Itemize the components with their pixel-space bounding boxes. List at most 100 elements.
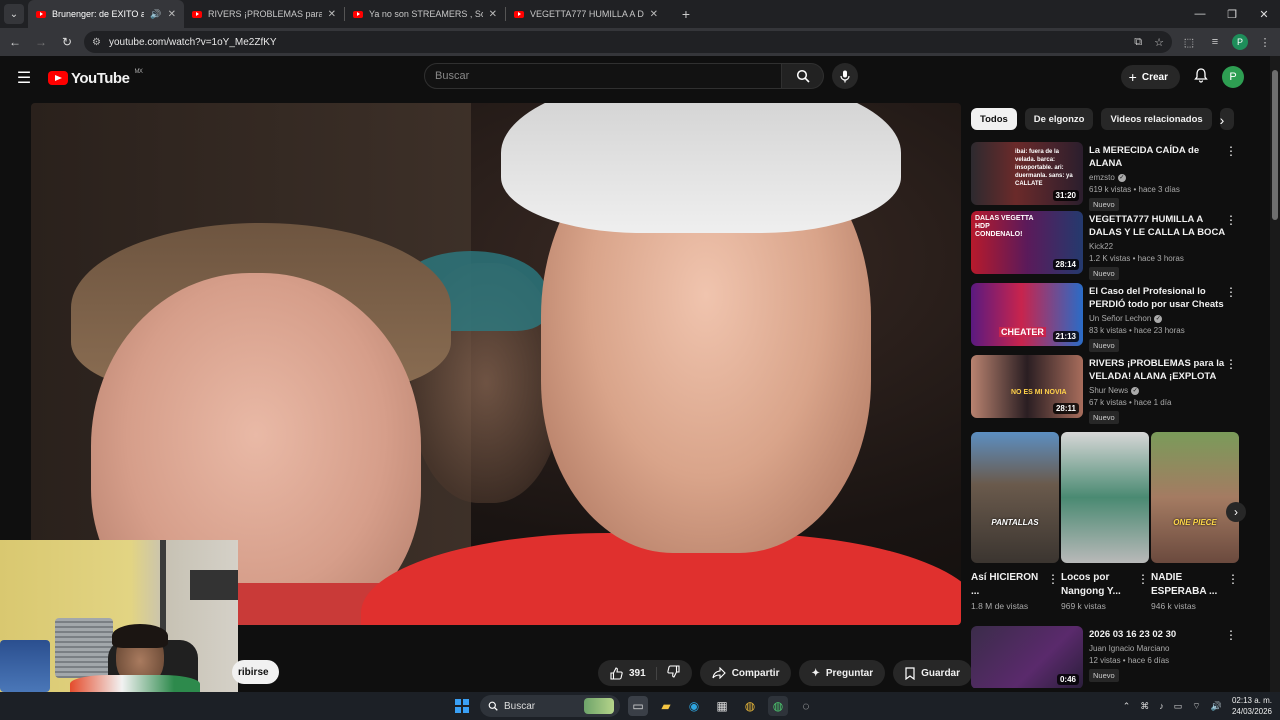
- reload-icon[interactable]: ↻: [58, 35, 76, 49]
- channel-name[interactable]: Kick22: [1089, 242, 1225, 251]
- share-button[interactable]: Compartir: [699, 660, 792, 686]
- short-item[interactable]: PANTALLAS Así HICIERON ... 1.8 M de vist…: [971, 432, 1059, 611]
- store-icon[interactable]: ▦: [712, 696, 732, 716]
- close-window-icon[interactable]: ✕: [1248, 8, 1280, 21]
- more-options-icon[interactable]: ⋮: [1227, 572, 1239, 586]
- wifi-icon[interactable]: ⌔: [1192, 701, 1200, 712]
- list-item[interactable]: ibai: fuera de la velada. barca: insopor…: [971, 142, 1243, 211]
- video-title[interactable]: RIVERS ¡PROBLEMAS para la VELADA! ALANA …: [1089, 357, 1225, 383]
- new-tab-button[interactable]: +: [674, 6, 698, 22]
- voice-search-button[interactable]: [832, 63, 858, 89]
- short-title[interactable]: NADIE ESPERABA ...: [1151, 571, 1225, 599]
- menu-icon[interactable]: ☰: [0, 68, 48, 88]
- microphone-tray-icon[interactable]: ♪: [1159, 701, 1164, 711]
- ask-button[interactable]: ✦ Preguntar: [799, 660, 886, 686]
- scrollbar-thumb[interactable]: [1272, 70, 1278, 220]
- dislike-button[interactable]: [657, 665, 692, 681]
- close-icon[interactable]: ✕: [328, 9, 336, 20]
- more-options-icon[interactable]: ⋮: [1137, 572, 1149, 586]
- extensions-icon[interactable]: ⬚: [1180, 36, 1198, 49]
- maximize-icon[interactable]: ❐: [1216, 8, 1248, 21]
- url-text[interactable]: youtube.com/watch?v=1oY_Me2ZfKY: [109, 37, 277, 48]
- video-title[interactable]: VEGETTA777 HUMILLA A DALAS Y LE CALLA LA…: [1089, 213, 1225, 239]
- reading-list-icon[interactable]: ≡: [1206, 36, 1224, 48]
- file-explorer-icon[interactable]: ▰: [656, 696, 676, 716]
- list-item[interactable]: CHEATER 21:13 El Caso del Profesional lo…: [971, 283, 1243, 352]
- minimize-icon[interactable]: —: [1184, 8, 1216, 21]
- channel-name[interactable]: Un Señor Lechon ✓: [1089, 314, 1225, 323]
- video-thumbnail[interactable]: NO ES MI NOVIA 28:11: [971, 355, 1083, 418]
- taskbar-search[interactable]: Buscar: [480, 695, 620, 717]
- more-options-icon[interactable]: ⋮: [1225, 213, 1237, 227]
- video-title[interactable]: El Caso del Profesional lo PERDIÓ todo p…: [1089, 285, 1225, 311]
- audio-playing-icon[interactable]: 🔊: [150, 9, 161, 20]
- channel-name[interactable]: emzsto ✓: [1089, 173, 1225, 182]
- tab-vegetta[interactable]: VEGETTA777 HUMILLA A DALA ✕: [506, 0, 666, 28]
- windows-start-icon[interactable]: [452, 696, 472, 716]
- chevron-right-icon[interactable]: ›: [1212, 110, 1232, 130]
- search-input[interactable]: Buscar: [424, 63, 782, 89]
- list-item[interactable]: 0:46 2026 03 16 23 02 30 Juan Ignacio Ma…: [971, 626, 1243, 688]
- close-icon[interactable]: ✕: [650, 9, 658, 20]
- channel-name[interactable]: Juan Ignacio Marciano: [1089, 644, 1225, 653]
- like-button[interactable]: 391: [598, 666, 657, 680]
- video-thumbnail[interactable]: DALAS VEGETTA HDP CONDENALO! 28:14: [971, 211, 1083, 274]
- more-options-icon[interactable]: ⋮: [1225, 628, 1237, 642]
- video-thumbnail[interactable]: CHEATER 21:13: [971, 283, 1083, 346]
- video-title[interactable]: 2026 03 16 23 02 30: [1089, 628, 1225, 641]
- youtube-logo[interactable]: YouTube MX: [48, 69, 143, 87]
- address-bar[interactable]: ⚙ youtube.com/watch?v=1oY_Me2ZfKY ⧉ ☆: [84, 31, 1172, 53]
- short-item[interactable]: Locos por Nangong Y... 969 k vistas ⋮: [1061, 432, 1149, 611]
- list-item[interactable]: DALAS VEGETTA HDP CONDENALO! 28:14 VEGET…: [971, 211, 1243, 280]
- tab-streamers[interactable]: Ya no son STREAMERS , Son es ✕: [345, 0, 505, 28]
- clock[interactable]: 02:13 a. m. 24/03/2026: [1232, 695, 1272, 717]
- list-item[interactable]: NO ES MI NOVIA 28:11 RIVERS ¡PROBLEMAS p…: [971, 355, 1243, 424]
- back-icon[interactable]: ←: [6, 35, 24, 49]
- close-icon[interactable]: ✕: [489, 9, 497, 20]
- more-options-icon[interactable]: ⋮: [1225, 285, 1237, 299]
- account-avatar[interactable]: P: [1222, 66, 1244, 88]
- channel-name[interactable]: Shur News ✓: [1089, 386, 1225, 395]
- short-title[interactable]: Así HICIERON ...: [971, 571, 1045, 599]
- app-icon[interactable]: ◌: [796, 696, 816, 716]
- tab-active[interactable]: Brunenger: de EXITO a TRA 🔊 ✕: [28, 0, 184, 28]
- video-thumbnail[interactable]: ibai: fuera de la velada. barca: insopor…: [971, 142, 1083, 205]
- more-options-icon[interactable]: ⋮: [1225, 144, 1237, 158]
- more-options-icon[interactable]: ⋮: [1047, 572, 1059, 586]
- site-info-icon[interactable]: ⚙: [92, 37, 101, 48]
- save-button[interactable]: Guardar: [893, 660, 973, 686]
- search-button[interactable]: [782, 63, 824, 89]
- create-button[interactable]: + Crear: [1120, 65, 1180, 89]
- short-item[interactable]: ONE PIECE NADIE ESPERABA ... 946 k vista…: [1151, 432, 1239, 611]
- tab-rivers[interactable]: RIVERS ¡PROBLEMAS para la VE ✕: [184, 0, 344, 28]
- shorts-next-button[interactable]: ›: [1226, 502, 1246, 522]
- chip-related[interactable]: Videos relacionados: [1101, 108, 1212, 130]
- volume-icon[interactable]: 🔊: [1211, 701, 1222, 712]
- edge-browser-icon[interactable]: ◉: [684, 696, 704, 716]
- short-thumbnail[interactable]: [1061, 432, 1149, 563]
- display-icon[interactable]: ▭: [1174, 701, 1183, 712]
- install-app-icon[interactable]: ⧉: [1134, 36, 1142, 49]
- chip-all[interactable]: Todos: [971, 108, 1017, 130]
- short-thumbnail[interactable]: [1151, 432, 1239, 563]
- browser-profile-avatar[interactable]: P: [1232, 34, 1248, 50]
- video-title[interactable]: La MERECIDA CAÍDA de ALANA: [1089, 144, 1225, 170]
- notifications-bell-icon[interactable]: [1194, 68, 1208, 86]
- page-scrollbar[interactable]: [1270, 56, 1280, 692]
- short-thumbnail[interactable]: [971, 432, 1059, 563]
- close-icon[interactable]: ✕: [168, 9, 176, 20]
- tab-search-button[interactable]: ⌄: [4, 4, 24, 24]
- network-icon[interactable]: ⌘: [1140, 701, 1149, 712]
- subscribe-button[interactable]: ribirse: [232, 660, 279, 684]
- forward-icon[interactable]: →: [32, 35, 50, 49]
- bookmark-star-icon[interactable]: ☆: [1154, 36, 1164, 49]
- chrome-active-icon[interactable]: ◍: [768, 696, 788, 716]
- short-title[interactable]: Locos por Nangong Y...: [1061, 571, 1135, 599]
- browser-menu-icon[interactable]: ⋮: [1256, 36, 1274, 49]
- chrome-icon[interactable]: ◍: [740, 696, 760, 716]
- video-thumbnail[interactable]: 0:46: [971, 626, 1083, 688]
- more-options-icon[interactable]: ⋮: [1225, 357, 1237, 371]
- task-view-icon[interactable]: ▭: [628, 696, 648, 716]
- chip-from-channel[interactable]: De elgonzo: [1024, 108, 1094, 130]
- chevron-up-icon[interactable]: ⌃: [1123, 701, 1131, 712]
